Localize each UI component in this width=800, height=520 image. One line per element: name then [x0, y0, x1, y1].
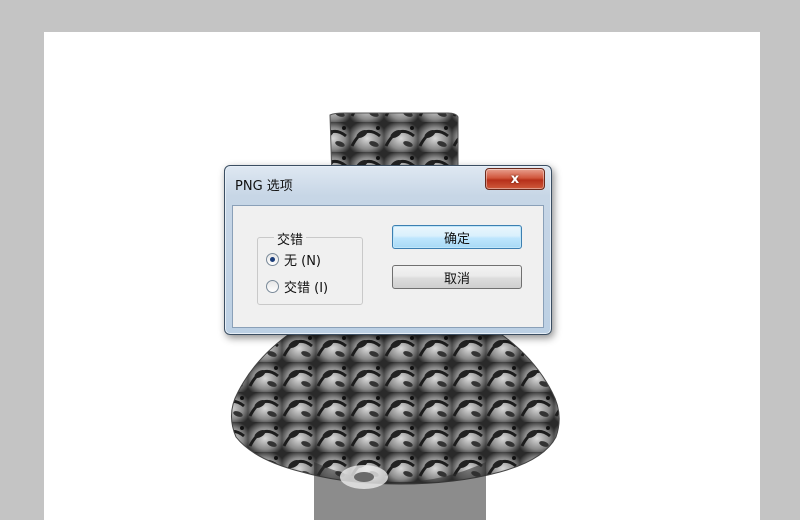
cancel-button[interactable]: 取消: [392, 265, 522, 289]
png-options-dialog: PNG 选项 x 交错 无 (N) 交错 (I) 确定 取消: [224, 165, 552, 335]
ok-button[interactable]: 确定: [392, 225, 522, 249]
radio-label-interlaced: 交错 (I): [284, 281, 329, 296]
radio-label-none: 无 (N): [284, 254, 322, 269]
interlace-group-label: 交错: [274, 229, 307, 248]
radio-option-interlaced[interactable]: 交错 (I): [266, 277, 328, 296]
radio-unchecked-icon[interactable]: [266, 280, 279, 293]
radio-checked-icon[interactable]: [266, 253, 279, 266]
radio-option-none[interactable]: 无 (N): [266, 250, 321, 269]
close-icon: x: [510, 171, 520, 187]
interlace-group: 交错 无 (N) 交错 (I): [257, 229, 363, 305]
close-button[interactable]: x: [485, 168, 545, 190]
dialog-body: 交错 无 (N) 交错 (I) 确定 取消: [232, 205, 544, 328]
dialog-title: PNG 选项: [235, 179, 293, 194]
